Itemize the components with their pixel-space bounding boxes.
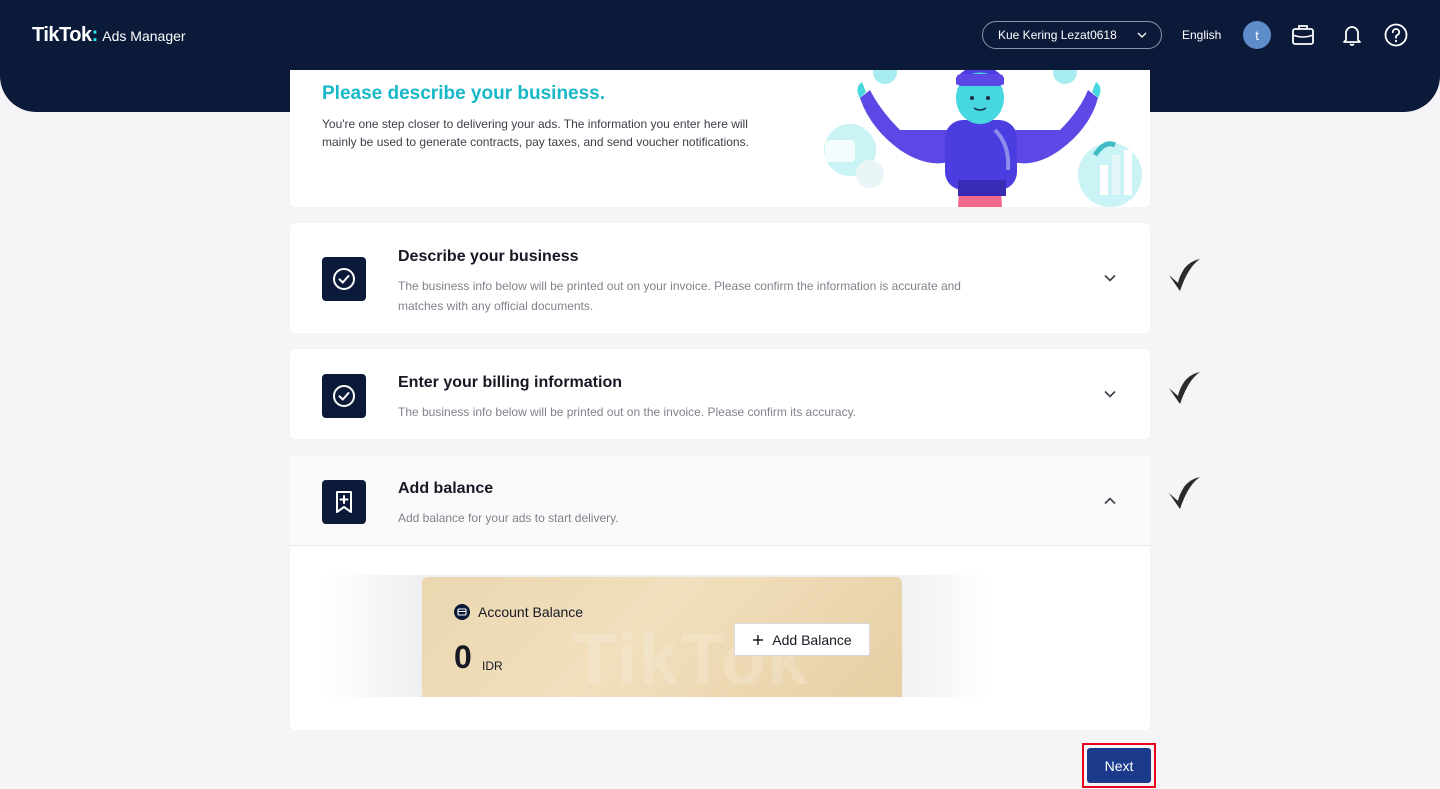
chevron-down-icon[interactable] bbox=[1100, 268, 1120, 288]
bookmark-plus-icon bbox=[336, 491, 352, 513]
character-illustration bbox=[824, 70, 1142, 207]
intro-card: Please describe your business. You're on… bbox=[290, 70, 1150, 207]
chevron-down-icon[interactable] bbox=[1100, 384, 1120, 404]
help-icon[interactable] bbox=[1383, 22, 1409, 48]
intro-description: You're one step closer to delivering you… bbox=[322, 117, 749, 149]
checkmark-icon bbox=[1169, 477, 1200, 509]
step-description: The business info below will be printed … bbox=[398, 279, 961, 313]
language-switcher[interactable]: English bbox=[1182, 28, 1221, 42]
step-title: Add balance bbox=[398, 480, 494, 497]
page-title: Please describe your business. bbox=[322, 83, 606, 104]
step-description: The business info below will be printed … bbox=[398, 405, 857, 419]
plus-icon bbox=[753, 634, 764, 645]
account-selector[interactable]: Kue Kering Lezat0618 bbox=[982, 21, 1162, 49]
check-circle-icon bbox=[333, 385, 355, 407]
chevron-down-icon bbox=[1137, 32, 1147, 38]
tiktok-ads-manager-logo[interactable]: TikTok: Ads Manager bbox=[32, 24, 186, 47]
step-status-badge bbox=[322, 257, 366, 301]
balance-currency: IDR bbox=[482, 659, 503, 673]
add-balance-label: Add Balance bbox=[772, 631, 852, 648]
step-header[interactable] bbox=[290, 455, 1150, 546]
step-description: Add balance for your ads to start delive… bbox=[398, 511, 619, 525]
step-status-badge bbox=[322, 374, 366, 418]
step-billing-information[interactable]: Enter your billing information The busin… bbox=[290, 349, 1150, 439]
brand-name: TikTok bbox=[32, 24, 92, 46]
product-name: Ads Manager bbox=[102, 28, 186, 44]
step-title: Describe your business bbox=[398, 248, 579, 265]
checkmark-icon bbox=[1169, 259, 1200, 291]
step-add-balance: Add balance Add balance for your ads to … bbox=[290, 455, 1150, 730]
next-button[interactable]: Next bbox=[1087, 748, 1151, 783]
wallet-icon bbox=[454, 604, 470, 620]
account-name: Kue Kering Lezat0618 bbox=[998, 28, 1117, 42]
bell-icon[interactable] bbox=[1339, 22, 1365, 48]
step-describe-business[interactable]: Describe your business The business info… bbox=[290, 223, 1150, 333]
balance-amount: 0 bbox=[454, 639, 472, 675]
balance-panel: TikTok Account Balance 0 IDR Add Balance bbox=[322, 575, 992, 697]
checkmark-icon bbox=[1169, 372, 1200, 404]
step-status-badge bbox=[322, 480, 366, 524]
check-circle-icon bbox=[333, 268, 355, 290]
briefcase-icon[interactable] bbox=[1290, 22, 1316, 48]
avatar[interactable]: t bbox=[1243, 21, 1271, 49]
account-balance-label: Account Balance bbox=[478, 604, 584, 620]
chevron-up-icon[interactable] bbox=[1100, 491, 1120, 511]
step-title: Enter your billing information bbox=[398, 374, 622, 391]
account-balance-card: TikTok Account Balance 0 IDR Add Balance bbox=[422, 577, 902, 697]
add-balance-button[interactable]: Add Balance bbox=[734, 623, 870, 656]
